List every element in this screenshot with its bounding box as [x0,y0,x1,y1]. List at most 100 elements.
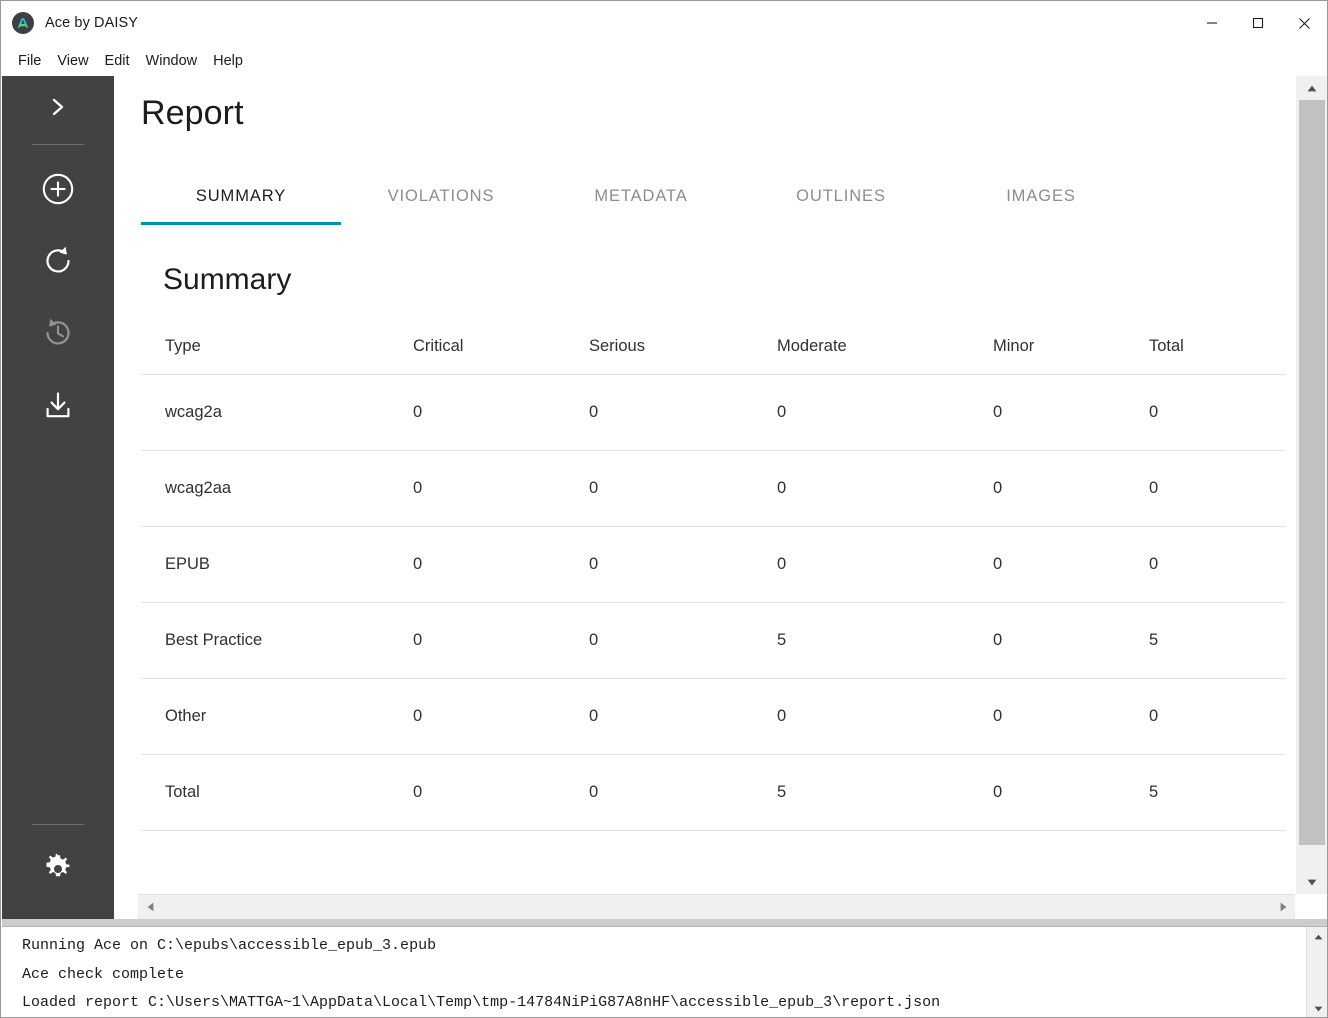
sidebar-item-history [2,297,114,369]
cell-total: 0 [1149,450,1286,527]
cell-minor: 0 [993,754,1149,831]
cell-moderate: 0 [777,374,993,451]
cell-type: EPUB [141,526,413,603]
cell-type: Total [141,754,413,831]
refresh-icon [41,244,75,278]
cell-type: Other [141,678,413,755]
scroll-left-button[interactable] [138,895,162,920]
console-pane: Running Ace on C:\epubs\accessible_epub_… [2,926,1327,1017]
cell-serious: 0 [589,450,777,527]
cell-critical: 0 [413,526,589,603]
cell-minor: 0 [993,602,1149,679]
cell-critical: 0 [413,450,589,527]
table-row: Best Practice 0 0 5 0 5 [141,602,1286,679]
cell-type: wcag2aa [141,450,413,527]
sidebar-divider-bottom [32,824,84,825]
main-content: Report SUMMARY VIOLATIONS METADATA OUTLI… [114,76,1294,894]
cell-serious: 0 [589,374,777,451]
cell-moderate: 0 [777,678,993,755]
table-header-row: Type Critical Serious Moderate Minor Tot… [141,327,1286,375]
page-title: Report [141,94,244,132]
menu-edit[interactable]: Edit [97,50,138,72]
minimize-button[interactable] [1189,1,1235,45]
cell-total: 5 [1149,754,1286,831]
column-header-serious: Serious [589,327,777,375]
cell-critical: 0 [413,678,589,755]
section-title: Summary [163,263,292,296]
vertical-scroll-thumb[interactable] [1299,100,1325,845]
tab-images[interactable]: IMAGES [941,177,1141,225]
console-scroll-down-button[interactable] [1307,999,1327,1017]
column-header-total: Total [1149,327,1286,375]
table-row: wcag2a 0 0 0 0 0 [141,374,1286,451]
menu-view[interactable]: View [49,50,96,72]
cell-serious: 0 [589,526,777,603]
sidebar-bottom-group [2,818,114,919]
cell-critical: 0 [413,602,589,679]
sidebar-item-add[interactable] [2,153,114,225]
cell-critical: 0 [413,754,589,831]
cell-moderate: 5 [777,602,993,679]
cell-serious: 0 [589,602,777,679]
menu-help[interactable]: Help [205,50,251,72]
cell-total: 0 [1149,374,1286,451]
cell-critical: 0 [413,374,589,451]
cell-serious: 0 [589,678,777,755]
table-row: Total 0 0 5 0 5 [141,754,1286,831]
menu-window[interactable]: Window [138,50,206,72]
console-splitter[interactable] [2,919,1327,926]
console-vertical-scrollbar[interactable] [1306,927,1327,1017]
sidebar-item-recheck[interactable] [2,225,114,297]
history-icon [41,316,75,350]
content-horizontal-scrollbar[interactable] [138,894,1295,919]
scroll-up-button[interactable] [1296,76,1327,100]
cell-total: 0 [1149,526,1286,603]
console-scroll-up-button[interactable] [1307,927,1327,947]
cell-type: wcag2a [141,374,413,451]
scroll-right-button[interactable] [1271,895,1295,920]
tab-violations[interactable]: VIOLATIONS [341,177,541,225]
window-title: Ace by DAISY [45,15,139,31]
cell-moderate: 0 [777,450,993,527]
application-window: Ace by DAISY File View Edit Window Help [0,0,1328,1018]
sidebar-item-expand[interactable] [2,76,114,138]
cell-moderate: 0 [777,526,993,603]
scroll-down-button[interactable] [1296,870,1327,894]
console-line: Running Ace on C:\epubs\accessible_epub_… [22,937,437,954]
cell-minor: 0 [993,678,1149,755]
sidebar-divider-top [32,144,84,145]
sidebar [2,76,114,919]
ace-daisy-logo-icon [12,12,34,34]
maximize-button[interactable] [1235,1,1281,45]
cell-total: 5 [1149,602,1286,679]
tab-metadata[interactable]: METADATA [541,177,741,225]
download-icon [41,388,75,422]
cell-total: 0 [1149,678,1286,755]
column-header-minor: Minor [993,327,1149,375]
column-header-critical: Critical [413,327,589,375]
cell-type: Best Practice [141,602,413,679]
title-bar: Ace by DAISY [1,1,1327,45]
summary-table-body: wcag2a 0 0 0 0 0 wcag2aa 0 0 0 0 0 EPUB … [141,374,1286,831]
menu-file[interactable]: File [10,50,49,72]
close-button[interactable] [1281,1,1327,45]
plus-circle-icon [41,172,75,206]
tab-summary[interactable]: SUMMARY [141,177,341,225]
vertical-scroll-track[interactable] [1296,100,1327,870]
content-vertical-scrollbar[interactable] [1295,76,1327,894]
content-inner: Report SUMMARY VIOLATIONS METADATA OUTLI… [114,76,1294,831]
report-tabs: SUMMARY VIOLATIONS METADATA OUTLINES IMA… [141,177,1268,225]
column-header-moderate: Moderate [777,327,993,375]
cell-minor: 0 [993,450,1149,527]
table-row: wcag2aa 0 0 0 0 0 [141,450,1286,527]
sidebar-top-group [2,76,114,441]
window-controls [1189,1,1327,45]
title-bar-left: Ace by DAISY [1,12,1189,34]
sidebar-item-preferences[interactable] [2,833,114,905]
gear-icon [41,852,75,886]
tab-outlines[interactable]: OUTLINES [741,177,941,225]
chevron-right-icon [48,95,68,119]
sidebar-item-download[interactable] [2,369,114,441]
console-line: Loaded report C:\Users\MATTGA~1\AppData\… [22,994,941,1011]
cell-minor: 0 [993,526,1149,603]
